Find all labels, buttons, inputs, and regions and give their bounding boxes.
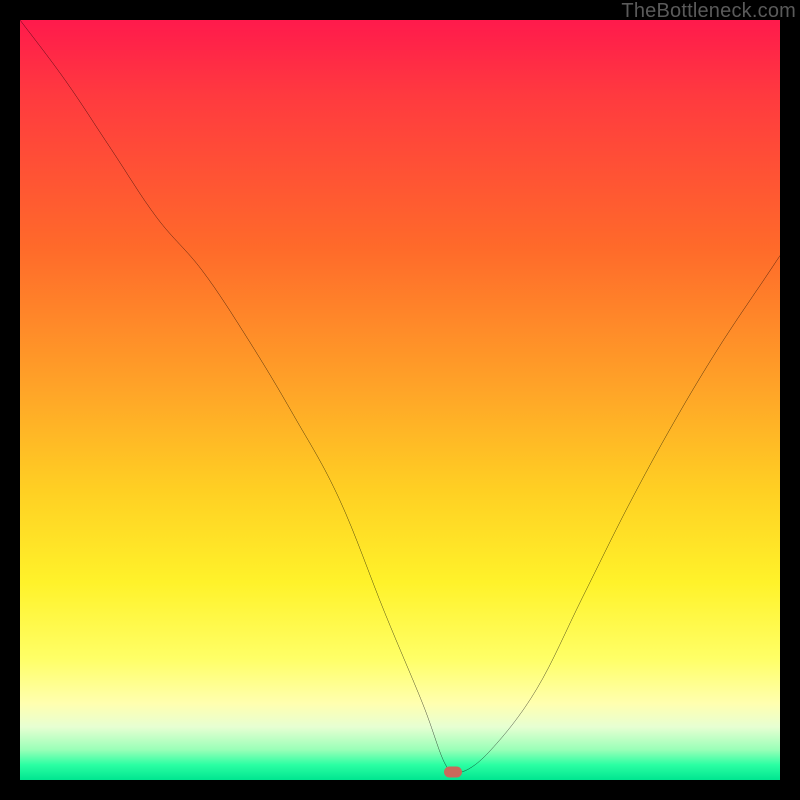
curve-line [20, 20, 780, 780]
watermark-text: TheBottleneck.com [621, 0, 796, 23]
chart-frame: TheBottleneck.com [0, 0, 800, 800]
plot-area [20, 20, 780, 780]
current-point-marker [444, 767, 462, 778]
